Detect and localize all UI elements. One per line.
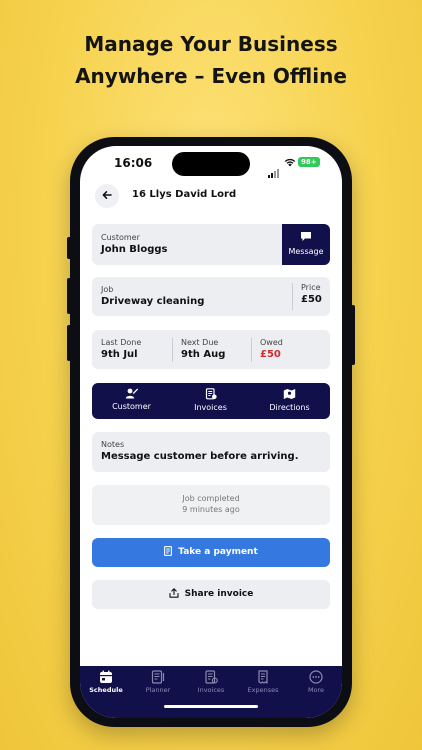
tab-schedule[interactable]: Schedule <box>80 670 132 694</box>
dates-card: Last Done 9th Jul Next Due 9th Aug Owed … <box>92 330 330 369</box>
message-button[interactable]: Message <box>282 224 330 265</box>
customer-label: Customer <box>101 233 140 242</box>
price-section: Price £50 <box>292 283 330 310</box>
customer-icon <box>125 388 138 399</box>
dynamic-island <box>172 152 250 176</box>
map-icon <box>283 389 296 399</box>
owed-label: Owed <box>260 338 283 347</box>
take-payment-button[interactable]: Take a payment <box>92 538 330 567</box>
signal-icon <box>268 159 280 178</box>
share-invoice-label: Share invoice <box>184 589 254 599</box>
chat-icon <box>301 232 311 241</box>
last-done-section: Last Done 9th Jul <box>101 338 141 360</box>
page-title: 16 Llys David Lord <box>132 189 237 200</box>
last-done-label: Last Done <box>101 338 142 347</box>
more-icon <box>309 670 323 684</box>
status-bar: 16:06 98+ <box>80 146 342 182</box>
tab-planner-label: Planner <box>145 686 171 694</box>
tab-invoices[interactable]: Invoices <box>185 670 237 694</box>
receipt-icon <box>164 545 173 556</box>
tab-planner[interactable]: Planner <box>132 670 184 694</box>
job-card[interactable]: Job Driveway cleaning Price £50 <box>92 277 330 316</box>
customer-card[interactable]: Customer John Bloggs Message <box>92 224 330 265</box>
job-label: Job <box>101 285 114 294</box>
invoices-action-button[interactable]: Invoices <box>171 387 250 412</box>
wifi-icon <box>284 158 296 167</box>
phone-volume-up-button <box>67 278 71 314</box>
actions-bar: Customer Invoices Directions <box>92 383 330 419</box>
tab-schedule-label: Schedule <box>89 686 123 694</box>
share-icon <box>169 587 179 598</box>
headline-line-2: Anywhere – Even Offline <box>75 64 347 88</box>
status-time: 16:06 <box>114 156 153 170</box>
nav-header: 16 Llys David Lord <box>80 184 342 212</box>
battery-indicator: 98+ <box>298 157 320 167</box>
tab-more-label: More <box>307 686 325 694</box>
arrow-left-icon <box>102 190 112 199</box>
phone-volume-down-button <box>67 325 71 361</box>
invoice-icon <box>205 388 217 400</box>
customer-action-label: Customer <box>112 402 151 411</box>
customer-name: John Bloggs <box>101 244 168 255</box>
tab-expenses[interactable]: Expenses <box>237 670 289 694</box>
calendar-icon <box>100 670 112 683</box>
home-indicator <box>164 705 258 708</box>
next-due-section: Next Due 9th Aug <box>172 338 225 362</box>
planner-icon <box>151 670 165 684</box>
share-invoice-button[interactable]: Share invoice <box>92 580 330 609</box>
tab-more[interactable]: More <box>290 670 342 694</box>
phone-mute-button <box>67 237 71 259</box>
notes-label: Notes <box>101 440 125 449</box>
job-status-time: 9 minutes ago <box>182 505 240 514</box>
job-status-text: Job completed <box>182 494 240 503</box>
directions-action-button[interactable]: Directions <box>250 387 329 412</box>
marketing-headline: Manage Your Business Anywhere – Even Off… <box>0 28 422 92</box>
owed-section: Owed £50 <box>251 338 283 362</box>
notes-card[interactable]: Notes Message customer before arriving. <box>92 432 330 472</box>
back-button[interactable] <box>95 184 119 208</box>
phone-screen: 16:06 98+ 16 Llys David Lord Customer Jo… <box>80 146 342 718</box>
headline-line-1: Manage Your Business <box>84 32 338 56</box>
next-due-value: 9th Aug <box>181 349 226 360</box>
invoice-icon <box>205 670 218 684</box>
invoices-action-label: Invoices <box>194 403 227 412</box>
tab-invoices-label: Invoices <box>197 686 225 694</box>
directions-action-label: Directions <box>269 403 310 412</box>
message-button-label: Message <box>288 247 324 256</box>
receipt-icon <box>258 670 268 684</box>
phone-power-button <box>351 305 355 365</box>
price-label: Price <box>301 283 321 292</box>
customer-action-button[interactable]: Customer <box>92 387 171 411</box>
price-value: £50 <box>301 294 322 305</box>
owed-value: £50 <box>260 349 281 360</box>
take-payment-label: Take a payment <box>178 547 258 557</box>
tab-expenses-label: Expenses <box>247 686 279 694</box>
job-value: Driveway cleaning <box>101 296 205 307</box>
next-due-label: Next Due <box>181 338 219 347</box>
bottom-tab-bar: Schedule Planner Invoices Expenses More <box>80 666 342 718</box>
job-status-card: Job completed 9 minutes ago <box>92 485 330 525</box>
last-done-value: 9th Jul <box>101 349 138 360</box>
notes-value: Message customer before arriving. <box>101 451 299 462</box>
